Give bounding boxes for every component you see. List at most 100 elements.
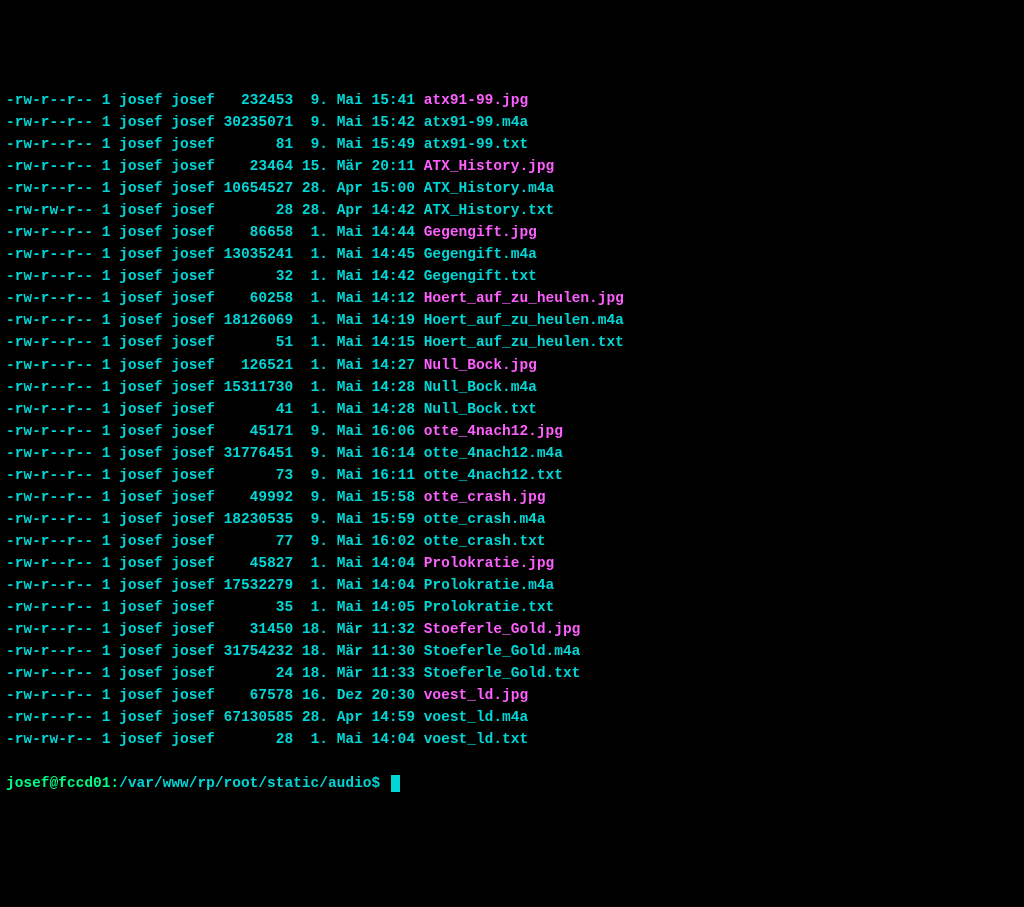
file-owner: josef (119, 159, 163, 175)
file-name: Hoert_auf_zu_heulen.txt (424, 335, 624, 351)
file-owner: josef (119, 269, 163, 285)
file-owner: josef (119, 556, 163, 572)
file-row: -rw-r--r-- 1 josef josef 49992 9. Mai 15… (6, 487, 1018, 509)
file-owner: josef (119, 291, 163, 307)
file-month: Mär (337, 666, 363, 682)
file-row: -rw-r--r-- 1 josef josef 18126069 1. Mai… (6, 310, 1018, 332)
file-owner: josef (119, 225, 163, 241)
file-links: 1 (102, 93, 111, 109)
file-day: 1. (302, 380, 328, 396)
prompt-line[interactable]: josef@fccd01:/var/www/rp/root/static/aud… (6, 773, 1018, 795)
file-month: Mai (337, 335, 363, 351)
cursor (391, 775, 400, 792)
file-permissions: -rw-r--r-- (6, 291, 93, 307)
file-owner: josef (119, 181, 163, 197)
file-group: josef (171, 534, 215, 550)
file-group: josef (171, 710, 215, 726)
file-permissions: -rw-r--r-- (6, 335, 93, 351)
file-size: 67130585 (224, 710, 294, 726)
file-group: josef (171, 688, 215, 704)
file-row: -rw-r--r-- 1 josef josef 24 18. Mär 11:3… (6, 663, 1018, 685)
file-day: 9. (302, 534, 328, 550)
file-size: 60258 (224, 291, 294, 307)
file-time: 14:04 (372, 732, 416, 748)
file-time: 15:59 (372, 512, 416, 528)
file-links: 1 (102, 313, 111, 329)
file-group: josef (171, 622, 215, 638)
file-day: 9. (302, 512, 328, 528)
file-group: josef (171, 578, 215, 594)
file-links: 1 (102, 556, 111, 572)
file-day: 9. (302, 446, 328, 462)
file-owner: josef (119, 335, 163, 351)
file-owner: josef (119, 534, 163, 550)
file-row: -rw-r--r-- 1 josef josef 30235071 9. Mai… (6, 112, 1018, 134)
file-links: 1 (102, 732, 111, 748)
file-group: josef (171, 446, 215, 462)
file-permissions: -rw-r--r-- (6, 446, 93, 462)
file-time: 14:05 (372, 600, 416, 616)
file-permissions: -rw-r--r-- (6, 622, 93, 638)
file-row: -rw-r--r-- 1 josef josef 45827 1. Mai 14… (6, 553, 1018, 575)
file-permissions: -rw-r--r-- (6, 115, 93, 131)
file-day: 1. (302, 578, 328, 594)
file-links: 1 (102, 291, 111, 307)
file-owner: josef (119, 688, 163, 704)
file-day: 18. (302, 644, 328, 660)
file-month: Mai (337, 269, 363, 285)
file-name: otte_4nach12.jpg (424, 424, 563, 440)
file-name: Null_Bock.m4a (424, 380, 537, 396)
prompt-sigil: $ (371, 776, 380, 792)
file-links: 1 (102, 622, 111, 638)
file-time: 20:11 (372, 159, 416, 175)
file-day: 28. (302, 203, 328, 219)
file-time: 14:27 (372, 358, 416, 374)
file-time: 14:42 (372, 203, 416, 219)
file-permissions: -rw-r--r-- (6, 181, 93, 197)
file-permissions: -rw-r--r-- (6, 490, 93, 506)
file-owner: josef (119, 666, 163, 682)
file-month: Mai (337, 93, 363, 109)
file-links: 1 (102, 490, 111, 506)
file-month: Mai (337, 600, 363, 616)
file-month: Mai (337, 225, 363, 241)
file-group: josef (171, 358, 215, 374)
file-day: 9. (302, 115, 328, 131)
file-permissions: -rw-r--r-- (6, 578, 93, 594)
file-row: -rw-r--r-- 1 josef josef 86658 1. Mai 14… (6, 222, 1018, 244)
file-day: 1. (302, 556, 328, 572)
file-month: Mai (337, 380, 363, 396)
file-links: 1 (102, 159, 111, 175)
file-row: -rw-r--r-- 1 josef josef 45171 9. Mai 16… (6, 421, 1018, 443)
file-permissions: -rw-r--r-- (6, 424, 93, 440)
file-row: -rw-r--r-- 1 josef josef 60258 1. Mai 14… (6, 288, 1018, 310)
file-month: Mai (337, 247, 363, 263)
file-name: ATX_History.txt (424, 203, 555, 219)
file-links: 1 (102, 710, 111, 726)
file-size: 86658 (224, 225, 294, 241)
file-row: -rw-r--r-- 1 josef josef 10654527 28. Ap… (6, 178, 1018, 200)
file-permissions: -rw-r--r-- (6, 556, 93, 572)
file-links: 1 (102, 269, 111, 285)
prompt-user-host: josef@fccd01 (6, 776, 110, 792)
file-name: otte_crash.txt (424, 534, 546, 550)
file-time: 11:30 (372, 644, 416, 660)
file-size: 18126069 (224, 313, 294, 329)
file-time: 14:44 (372, 225, 416, 241)
file-row: -rw-r--r-- 1 josef josef 31450 18. Mär 1… (6, 619, 1018, 641)
file-month: Mai (337, 578, 363, 594)
prompt-path: /var/www/rp/root/static/audio (119, 776, 371, 792)
file-time: 15:49 (372, 137, 416, 153)
file-permissions: -rw-r--r-- (6, 710, 93, 726)
file-group: josef (171, 666, 215, 682)
file-row: -rw-r--r-- 1 josef josef 31754232 18. Mä… (6, 641, 1018, 663)
file-day: 9. (302, 490, 328, 506)
file-month: Mai (337, 512, 363, 528)
file-permissions: -rw-r--r-- (6, 600, 93, 616)
file-row: -rw-r--r-- 1 josef josef 35 1. Mai 14:05… (6, 597, 1018, 619)
file-row: -rw-rw-r-- 1 josef josef 28 1. Mai 14:04… (6, 729, 1018, 751)
file-links: 1 (102, 534, 111, 550)
file-time: 14:04 (372, 578, 416, 594)
file-day: 9. (302, 424, 328, 440)
file-permissions: -rw-r--r-- (6, 468, 93, 484)
